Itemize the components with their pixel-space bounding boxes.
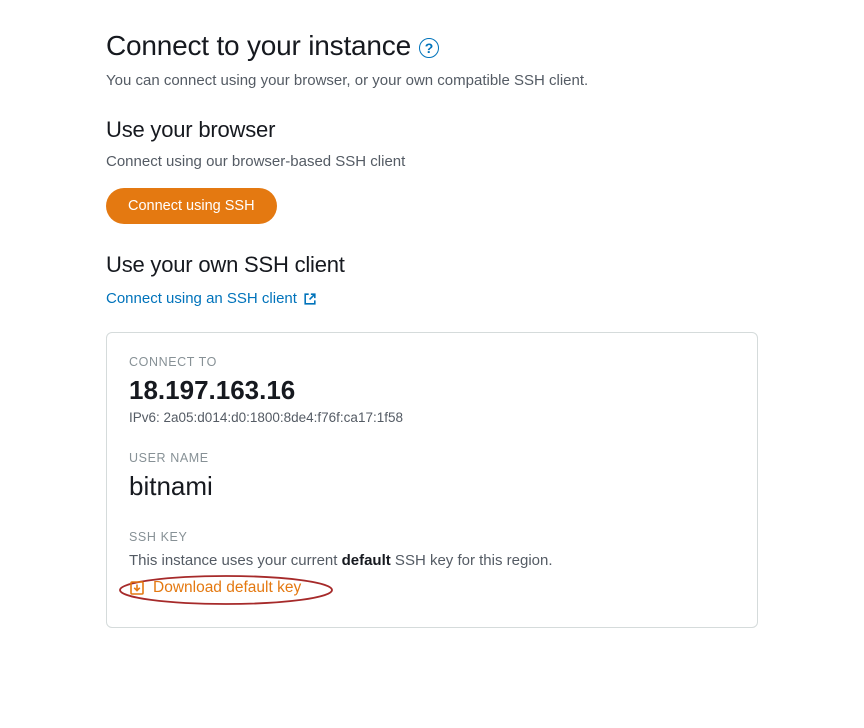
page-subtitle: You can connect using your browser, or y… [106,72,758,89]
download-icon [129,580,145,596]
page-title: Connect to your instance ? [106,30,758,62]
sshkey-text-pre: This instance uses your current [129,552,342,569]
username-value: bitnami [129,471,735,502]
sshkey-text-post: SSH key for this region. [391,552,553,569]
browser-section-desc: Connect using our browser-based SSH clie… [106,153,758,170]
connection-panel: CONNECT TO 18.197.163.16 IPv6: 2a05:d014… [106,332,758,628]
help-icon[interactable]: ? [419,38,439,58]
ip-address: 18.197.163.16 [129,375,735,406]
sshkey-label: SSH KEY [129,530,735,544]
browser-section-heading: Use your browser [106,117,758,143]
ipv6-value: 2a05:d014:d0:1800:8de4:f76f:ca17:1f58 [164,410,403,425]
username-label: USER NAME [129,451,735,465]
external-link-icon [303,292,317,306]
ipv6-prefix: IPv6: [129,410,164,425]
sshkey-text: This instance uses your current default … [129,552,735,569]
ssh-section-heading: Use your own SSH client [106,252,758,278]
ipv6-address: IPv6: 2a05:d014:d0:1800:8de4:f76f:ca17:1… [129,410,735,425]
ssh-client-link-label: Connect using an SSH client [106,290,297,307]
ssh-client-link[interactable]: Connect using an SSH client [106,290,317,307]
connect-ssh-button[interactable]: Connect using SSH [106,188,277,224]
sshkey-text-bold: default [342,552,391,569]
download-default-key-link[interactable]: Download default key [129,579,301,597]
connect-to-label: CONNECT TO [129,355,735,369]
page-title-text: Connect to your instance [106,30,411,62]
download-link-label: Download default key [153,579,301,597]
